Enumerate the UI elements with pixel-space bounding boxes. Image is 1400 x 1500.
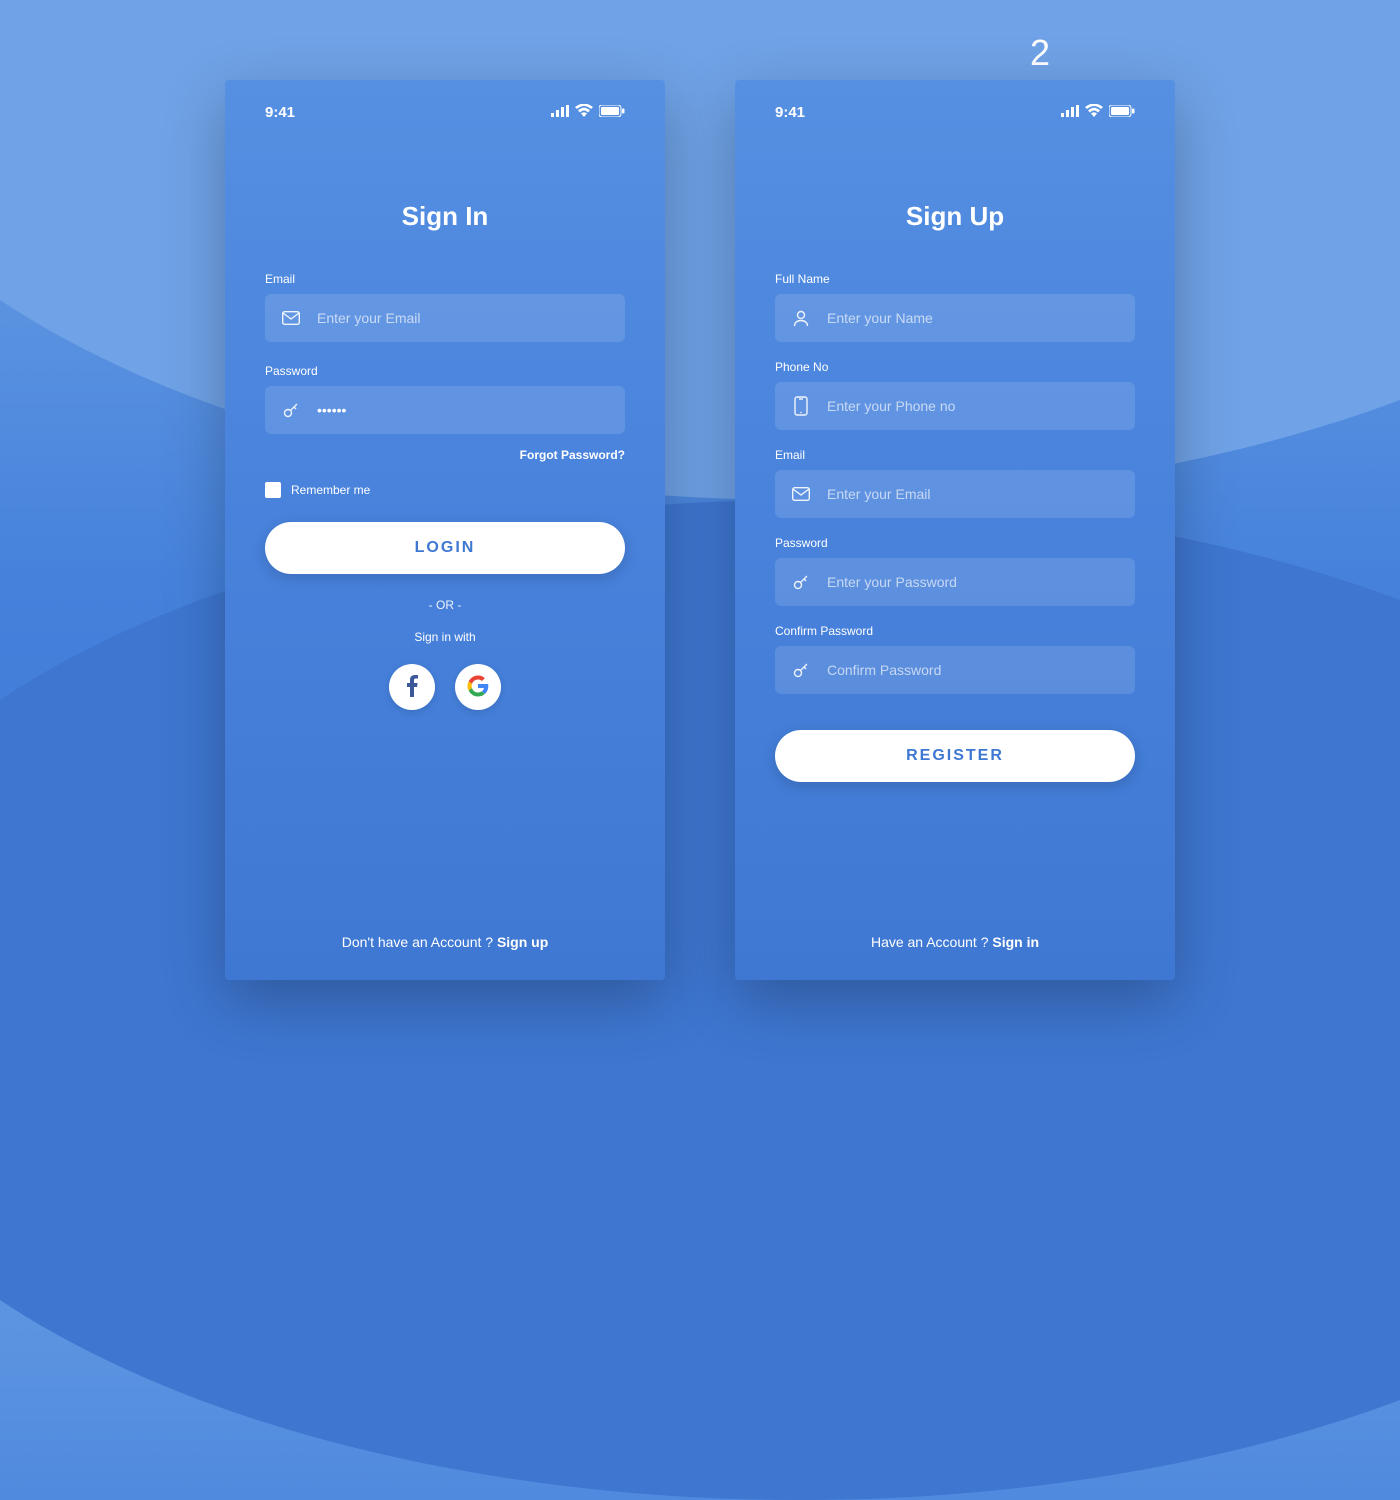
forgot-password-link[interactable]: Forgot Password? — [265, 448, 625, 462]
email-input[interactable] — [827, 486, 1119, 502]
signup-title: Sign Up — [775, 201, 1135, 232]
email-input[interactable] — [317, 310, 609, 326]
key-icon — [791, 572, 811, 592]
google-icon — [467, 675, 489, 700]
login-button[interactable]: LOGIN — [265, 522, 625, 574]
signup-prompt[interactable]: Don't have an Account ? Sign up — [265, 934, 625, 950]
remember-me-row[interactable]: Remember me — [265, 482, 625, 498]
envelope-icon — [791, 484, 811, 504]
key-icon — [791, 660, 811, 680]
register-button[interactable]: REGISTER — [775, 730, 1135, 782]
email-label: Email — [265, 272, 625, 286]
or-divider: - OR - — [265, 598, 625, 612]
social-buttons — [265, 664, 625, 710]
status-bar: 9:41 — [775, 104, 1135, 121]
phone-icon — [791, 396, 811, 416]
sign-in-with-label: Sign in with — [265, 630, 625, 644]
cellular-icon — [1061, 104, 1079, 121]
signin-link[interactable]: Sign in — [992, 934, 1039, 950]
fullname-label: Full Name — [775, 272, 1135, 286]
status-icons — [1061, 104, 1135, 121]
signup-link[interactable]: Sign up — [497, 934, 548, 950]
email-label: Email — [775, 448, 1135, 462]
facebook-button[interactable] — [389, 664, 435, 710]
password-label: Password — [775, 536, 1135, 550]
email-input-wrap[interactable] — [265, 294, 625, 342]
signin-prompt[interactable]: Have an Account ? Sign in — [775, 934, 1135, 950]
fullname-field-group: Full Name — [775, 272, 1135, 342]
email-input-wrap[interactable] — [775, 470, 1135, 518]
signin-title: Sign In — [265, 201, 625, 232]
password-field-group: Password — [775, 536, 1135, 606]
phone-label: Phone No — [775, 360, 1135, 374]
user-icon — [791, 308, 811, 328]
battery-icon — [599, 104, 625, 121]
password-label: Password — [265, 364, 625, 378]
signin-screen: 9:41 Sign In Email — [225, 80, 665, 980]
confirm-password-field-group: Confirm Password — [775, 624, 1135, 694]
password-field-group: Password — [265, 364, 625, 434]
status-time: 9:41 — [775, 104, 805, 121]
confirm-password-input-wrap[interactable] — [775, 646, 1135, 694]
status-icons — [551, 104, 625, 121]
fullname-input[interactable] — [827, 310, 1119, 326]
wifi-icon — [575, 104, 593, 121]
email-field-group: Email — [775, 448, 1135, 518]
envelope-icon — [281, 308, 301, 328]
status-bar: 9:41 — [265, 104, 625, 121]
signup-screen: 9:41 Sign Up Full Name — [735, 80, 1175, 980]
signup-prompt-text: Don't have an Account ? — [342, 934, 497, 950]
google-button[interactable] — [455, 664, 501, 710]
remember-checkbox[interactable] — [265, 482, 281, 498]
password-input-wrap[interactable] — [265, 386, 625, 434]
screens-container: 9:41 Sign In Email — [0, 0, 1400, 980]
remember-label: Remember me — [291, 483, 370, 497]
phone-input-wrap[interactable] — [775, 382, 1135, 430]
facebook-icon — [406, 675, 418, 700]
status-time: 9:41 — [265, 104, 295, 121]
confirm-password-label: Confirm Password — [775, 624, 1135, 638]
email-field-group: Email — [265, 272, 625, 342]
battery-icon — [1109, 104, 1135, 121]
password-input-wrap[interactable] — [775, 558, 1135, 606]
phone-input[interactable] — [827, 398, 1119, 414]
password-input[interactable] — [827, 574, 1119, 590]
confirm-password-input[interactable] — [827, 662, 1119, 678]
key-icon — [281, 400, 301, 420]
phone-field-group: Phone No — [775, 360, 1135, 430]
wifi-icon — [1085, 104, 1103, 121]
password-input[interactable] — [317, 402, 609, 418]
signin-prompt-text: Have an Account ? — [871, 934, 992, 950]
fullname-input-wrap[interactable] — [775, 294, 1135, 342]
cellular-icon — [551, 104, 569, 121]
